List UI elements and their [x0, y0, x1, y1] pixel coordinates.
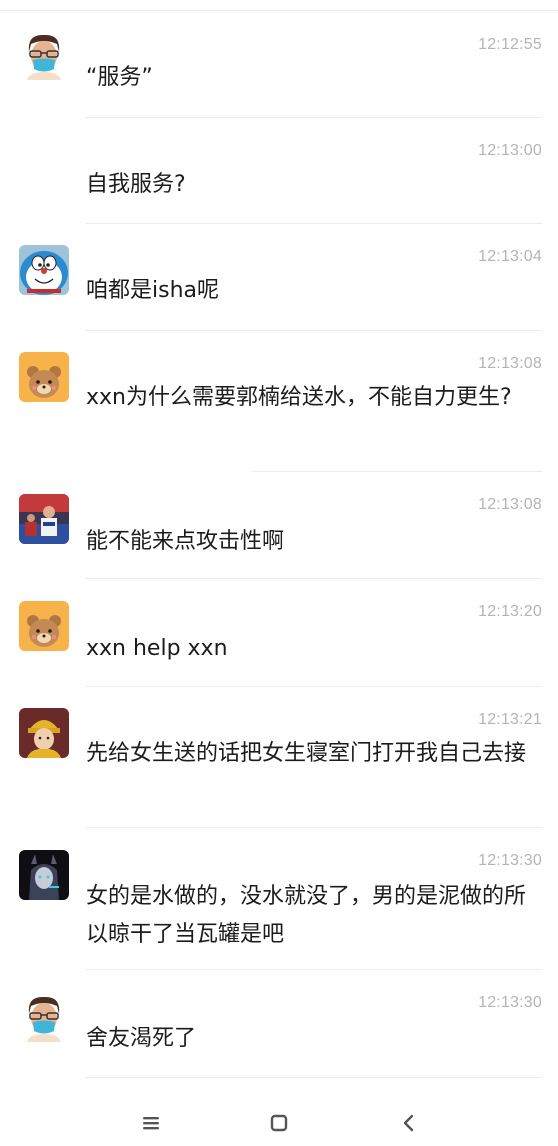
message-text: 女的是水做的，没水就没了，男的是泥做的所以晾干了当瓦罐是吧 [86, 884, 527, 947]
message-text: 能不能来点攻击性啊 [86, 529, 285, 554]
message-text: 先给女生送的话把女生寝室门打开我自己去接 [86, 741, 527, 766]
avatar[interactable] [19, 30, 69, 80]
avatar[interactable] [19, 850, 69, 900]
message-timestamp: 12:12:55 [478, 36, 542, 53]
system-nav-bar [0, 1100, 558, 1146]
message-timestamp: 12:13:00 [478, 142, 542, 159]
avatar[interactable] [19, 352, 69, 402]
message-item[interactable]: 12:13:30 女的是水做的，没水就没了，男的是泥做的所以晾干了当瓦罐是吧 [0, 828, 558, 968]
message-item[interactable]: 12:13:20 xxn help xxn [0, 579, 558, 685]
message-divider [86, 1077, 542, 1078]
message-timestamp: 12:13:04 [478, 248, 542, 265]
message-text: 咱都是isha呢 [86, 278, 219, 303]
message-timestamp: 12:13:21 [478, 711, 542, 728]
home-icon[interactable] [268, 1112, 290, 1134]
message-item[interactable]: 12:12:55 “服务” [0, 20, 558, 117]
message-text: 舍友渴死了 [86, 1026, 197, 1051]
message-text: “服务” [86, 65, 153, 90]
avatar[interactable] [19, 708, 69, 758]
message-timestamp: 12:13:08 [478, 355, 542, 372]
message-timestamp: 12:13:30 [478, 852, 542, 869]
message-timestamp: 12:13:20 [478, 603, 542, 620]
message-item[interactable]: 12:13:30 舍友渴死了 [0, 970, 558, 1076]
message-item[interactable]: 12:13:00 自我服务? [0, 118, 558, 224]
message-item[interactable]: 12:13:08 能不能来点攻击性啊 [0, 472, 558, 578]
back-icon[interactable] [398, 1112, 420, 1134]
message-text: 自我服务? [86, 172, 186, 197]
message-text: xxn help xxn [86, 636, 228, 661]
top-divider [0, 10, 558, 11]
message-item[interactable]: 12:13:08 xxn为什么需要郭楠给送水，不能自力更生? [0, 331, 558, 471]
menu-icon[interactable] [140, 1112, 162, 1134]
message-timestamp: 12:13:08 [478, 496, 542, 513]
message-item[interactable]: 12:13:04 咱都是isha呢 [0, 224, 558, 330]
message-timestamp: 12:13:30 [478, 994, 542, 1011]
message-item[interactable]: 12:13:21 先给女生送的话把女生寝室门打开我自己去接 [0, 687, 558, 827]
avatar[interactable] [19, 494, 69, 544]
avatar[interactable] [19, 601, 69, 651]
avatar[interactable] [19, 992, 69, 1042]
message-text: xxn为什么需要郭楠给送水，不能自力更生? [86, 385, 512, 410]
avatar[interactable] [19, 132, 69, 182]
avatar[interactable] [19, 245, 69, 295]
